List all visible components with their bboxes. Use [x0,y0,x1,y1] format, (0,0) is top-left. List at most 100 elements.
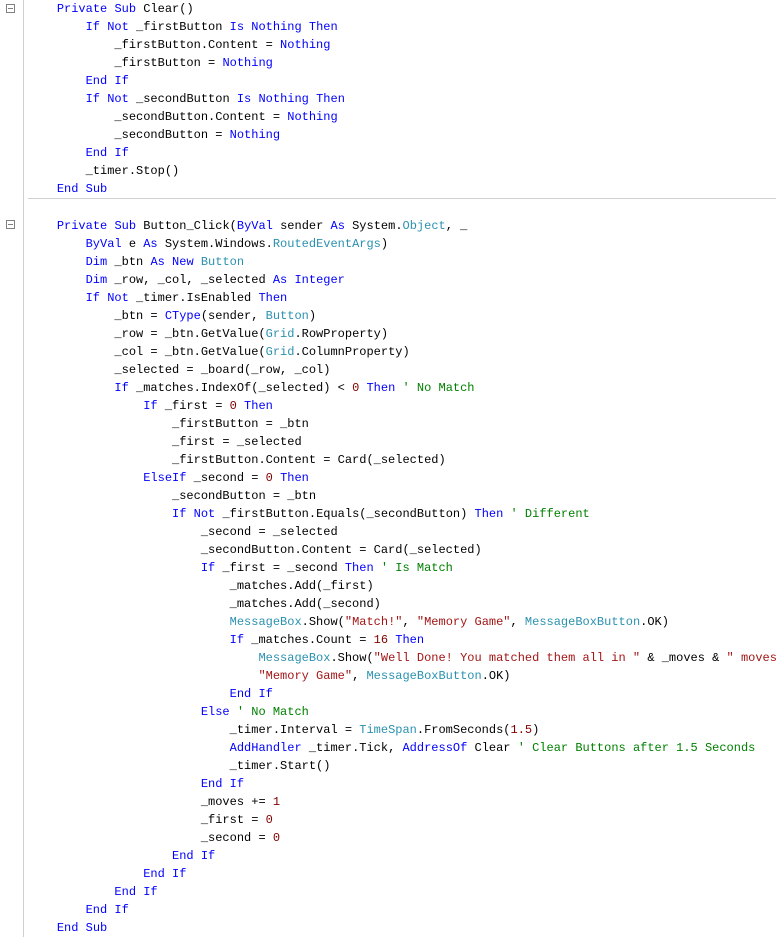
token-kw: Is [230,20,244,34]
token-cmt: ' Different [511,507,590,521]
token-kw: Private [57,2,107,16]
token-num: 0 [230,399,237,413]
token-cmt: ' No Match [403,381,475,395]
token-kw: Nothing [251,20,301,34]
token-kw: If [172,507,186,521]
token-kw: Then [244,399,273,413]
token-kw: Nothing [222,56,272,70]
token-kw: Sub [114,219,136,233]
token-kw: If [143,885,157,899]
token-kw: Dim [86,255,108,269]
margin-gutter [0,0,24,937]
token-kw: Dim [86,273,108,287]
token-kw: AddressOf [402,741,467,755]
token-kw: If [114,381,128,395]
token-kw: End [86,903,108,917]
token-typ: Button [201,255,244,269]
token-num: 0 [266,471,273,485]
token-kw: If [230,777,244,791]
token-kw: Then [258,291,287,305]
collapse-toggle-icon[interactable] [6,4,15,13]
token-kw: Then [345,561,374,575]
token-kw: Then [395,633,424,647]
token-kw: Sub [86,921,108,935]
token-num: 0 [273,831,280,845]
token-cmt: ' Clear Buttons after 1.5 Seconds [518,741,756,755]
token-kw: Then [366,381,395,395]
token-kw: Not [107,291,129,305]
token-kw: Sub [114,2,136,16]
token-kw: If [86,92,100,106]
code-area[interactable]: Private Sub Clear() If Not _firstButton … [24,0,776,937]
token-str: "Memory Game" [417,615,511,629]
token-kw: Nothing [230,128,280,142]
token-typ: MessageBox [258,651,330,665]
token-typ: TimeSpan [359,723,417,737]
token-kw: Nothing [287,110,337,124]
token-kw: If [114,74,128,88]
token-typ: MessageBoxButton [525,615,640,629]
token-kw: New [172,255,194,269]
collapse-toggle-icon[interactable] [6,220,15,229]
token-kw: Not [107,20,129,34]
token-kw: If [172,867,186,881]
token-num: 16 [374,633,388,647]
token-cmt: ' No Match [237,705,309,719]
token-kw: End [57,182,79,196]
token-kw: If [143,399,157,413]
token-kw: As [143,237,157,251]
token-kw: Sub [86,182,108,196]
token-kw: Nothing [258,92,308,106]
token-kw: If [86,291,100,305]
token-kw: If [201,849,215,863]
code-content: Private Sub Clear() If Not _firstButton … [24,0,776,937]
token-kw: If [86,20,100,34]
token-kw: ElseIf [143,471,186,485]
token-kw: As [273,273,287,287]
token-str: "Match!" [345,615,403,629]
token-kw: Else [201,705,230,719]
token-kw: End [230,687,252,701]
block-separator [28,198,776,199]
token-num: 1 [273,795,280,809]
token-kw: Not [194,507,216,521]
token-kw: ByVal [86,237,122,251]
token-kw: ByVal [237,219,273,233]
token-kw: Then [475,507,504,521]
token-kw: End [201,777,223,791]
token-kw: Private [57,219,107,233]
token-kw: If [258,687,272,701]
token-typ: Button [266,309,309,323]
token-typ: Grid [266,345,295,359]
token-typ: Grid [266,327,295,341]
token-typ: MessageBox [230,615,302,629]
token-cmt: ' Is Match [381,561,453,575]
token-kw: End [172,849,194,863]
token-kw: End [143,867,165,881]
token-kw: As [150,255,164,269]
token-kw: As [331,219,345,233]
token-kw: End [86,146,108,160]
token-typ: RoutedEventArgs [273,237,381,251]
token-kw: Nothing [280,38,330,52]
token-kw: CType [165,309,201,323]
token-kw: AddHandler [230,741,302,755]
token-kw: End [57,921,79,935]
token-kw: Then [280,471,309,485]
token-kw: Is [237,92,251,106]
token-kw: If [201,561,215,575]
token-kw: If [230,633,244,647]
token-str: " moves!" [727,651,776,665]
token-num: 1.5 [511,723,533,737]
token-num: 0 [266,813,273,827]
token-kw: Integer [294,273,344,287]
token-kw: Then [316,92,345,106]
token-kw: Then [309,20,338,34]
token-kw: If [114,146,128,160]
token-str: "Memory Game" [258,669,352,683]
token-kw: Not [107,92,129,106]
token-typ: Object [403,219,446,233]
token-str: "Well Done! You matched them all in " [374,651,640,665]
token-typ: MessageBoxButton [366,669,481,683]
token-num: 0 [352,381,359,395]
